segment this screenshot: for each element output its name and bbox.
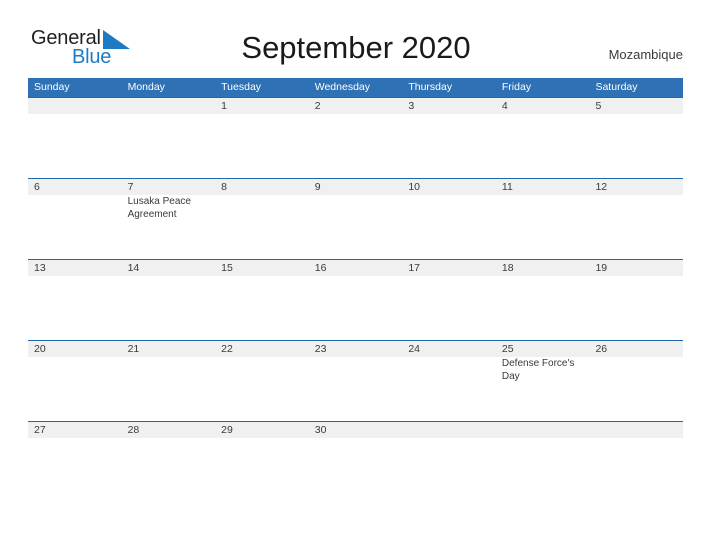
day-number: 23 (314, 343, 327, 355)
week-cells: 1 2 3 4 5 (28, 98, 683, 177)
page-title: September 2020 (241, 30, 471, 65)
day-number: 27 (34, 424, 46, 436)
day-cell[interactable]: 20 (28, 341, 122, 420)
week-cells: 13 14 15 16 17 18 19 (28, 260, 683, 339)
day-cell[interactable]: 27 (28, 422, 122, 501)
day-cell[interactable]: 16 (309, 260, 403, 339)
day-number: 1 (221, 100, 227, 112)
day-cell[interactable]: 2 (309, 98, 403, 177)
week-row: 1 2 3 4 5 (28, 97, 683, 178)
day-cell[interactable]: 18 (496, 260, 590, 339)
day-number: 28 (127, 424, 140, 436)
day-cell[interactable]: 5 (589, 98, 683, 177)
day-cell[interactable]: 12 (589, 179, 683, 258)
day-cell[interactable]: 22 (215, 341, 309, 420)
day-cell[interactable]: 6 (28, 179, 122, 258)
day-number (502, 422, 585, 438)
day-number: 10 (408, 181, 420, 193)
calendar-page: General Blue September 2020 Mozambique S… (0, 0, 712, 550)
day-number: 29 (221, 424, 233, 436)
day-cell[interactable]: 14 (122, 260, 216, 339)
day-cell[interactable]: 29 (215, 422, 309, 501)
day-number: 4 (501, 100, 508, 112)
day-number (408, 422, 491, 438)
day-cell[interactable]: 15 (215, 260, 309, 339)
week-row: 6 7 Lusaka Peace Agreement 8 9 10 11 12 (28, 178, 683, 259)
day-number: 16 (314, 262, 327, 274)
day-number: 30 (314, 424, 327, 436)
day-number: 19 (595, 262, 608, 274)
day-number: 3 (408, 100, 415, 112)
day-cell[interactable] (122, 98, 216, 177)
day-cell[interactable]: 8 (215, 179, 309, 258)
day-number: 24 (408, 343, 420, 355)
day-number: 6 (34, 181, 40, 193)
calendar-table: Sunday Monday Tuesday Wednesday Thursday… (28, 78, 683, 502)
day-number: 15 (221, 262, 233, 274)
day-cell[interactable]: 10 (402, 179, 496, 258)
weekday-thursday: Thursday (408, 81, 453, 93)
weekday-header-row: Sunday Monday Tuesday Wednesday Thursday… (28, 78, 683, 97)
page-header: General Blue September 2020 Mozambique (0, 0, 712, 76)
day-cell[interactable]: 28 (122, 422, 216, 501)
day-cell[interactable] (402, 422, 496, 501)
day-number: 26 (595, 343, 608, 355)
day-number: 9 (314, 181, 321, 193)
day-number: 5 (595, 100, 602, 112)
day-cell[interactable]: 25 Defense Force's Day (496, 341, 590, 420)
day-number: 11 (501, 181, 513, 193)
weekday-sunday: Sunday (34, 81, 70, 93)
day-cell[interactable]: 26 (589, 341, 683, 420)
day-cell[interactable]: 1 (215, 98, 309, 177)
day-number: 17 (408, 262, 420, 274)
day-cell[interactable]: 30 (309, 422, 403, 501)
day-number: 21 (127, 343, 140, 355)
weekday-monday: Monday (127, 81, 165, 93)
day-event: Lusaka Peace Agreement (127, 196, 191, 220)
day-cell[interactable]: 7 Lusaka Peace Agreement (122, 179, 216, 258)
day-cell[interactable]: 24 (402, 341, 496, 420)
country-label: Mozambique (608, 47, 683, 62)
weekday-friday: Friday (501, 81, 532, 93)
day-cell[interactable]: 21 (122, 341, 216, 420)
day-cell[interactable]: 23 (309, 341, 403, 420)
day-cell[interactable] (28, 98, 122, 177)
day-cell[interactable]: 11 (496, 179, 590, 258)
weekday-saturday: Saturday (595, 81, 638, 93)
week-cells: 20 21 22 23 24 25 Defense Force's Day 26 (28, 341, 683, 420)
day-number (34, 98, 117, 114)
day-number: 7 (127, 181, 134, 193)
day-cell[interactable]: 3 (402, 98, 496, 177)
weekday-wednesday: Wednesday (314, 81, 370, 93)
week-row: 13 14 15 16 17 18 19 (28, 259, 683, 340)
day-number: 20 (34, 343, 46, 355)
day-number (595, 422, 678, 438)
day-number (128, 98, 211, 114)
day-number: 18 (501, 262, 514, 274)
day-event: Defense Force's Day (501, 358, 575, 382)
weekday-tuesday: Tuesday (221, 81, 262, 93)
week-cells: 27 28 29 30 (28, 422, 683, 501)
day-cell[interactable]: 19 (589, 260, 683, 339)
day-number: 13 (34, 262, 46, 274)
day-number: 8 (221, 181, 227, 193)
week-cells: 6 7 Lusaka Peace Agreement 8 9 10 11 12 (28, 179, 683, 258)
day-number: 14 (127, 262, 140, 274)
day-cell[interactable]: 13 (28, 260, 122, 339)
day-number: 25 (501, 343, 514, 355)
day-cell[interactable]: 17 (402, 260, 496, 339)
day-cell[interactable]: 4 (496, 98, 590, 177)
day-cell[interactable] (496, 422, 590, 501)
week-row: 27 28 29 30 (28, 421, 683, 502)
day-number: 22 (221, 343, 233, 355)
day-number: 2 (314, 100, 321, 112)
day-number: 12 (595, 181, 608, 193)
week-row: 20 21 22 23 24 25 Defense Force's Day 26 (28, 340, 683, 421)
day-cell[interactable] (589, 422, 683, 501)
day-cell[interactable]: 9 (309, 179, 403, 258)
